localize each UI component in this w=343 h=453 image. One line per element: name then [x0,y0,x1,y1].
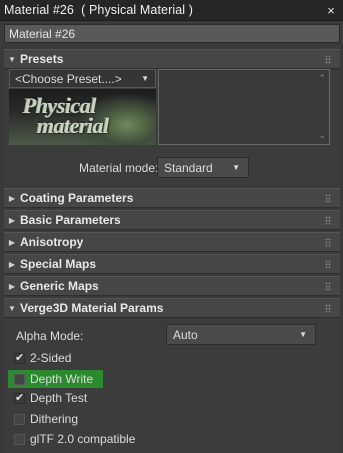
rollout-anisotropy[interactable]: ▶ Anisotropy [4,232,340,252]
scroll-up-icon[interactable]: ⌃ [318,73,326,84]
rollout-special-maps[interactable]: ▶ Special Maps [4,254,340,274]
checkbox-gltf-compatible[interactable]: glTF 2.0 compatible [14,430,135,448]
material-mode-dropdown[interactable]: Standard ▼ [157,157,249,178]
dropdown-arrow-icon: ▼ [232,163,240,172]
checkbox-label: 2-Sided [30,351,72,365]
grip-handle-icon[interactable] [325,194,331,203]
preset-preview-image: Physical material [9,89,156,145]
rollout-label: Presets [20,52,64,66]
rollout-label: Anisotropy [20,235,84,249]
alpha-mode-label: Alpha Mode: [16,329,84,343]
grip-handle-icon[interactable] [325,238,331,247]
rollout-coating-parameters[interactable]: ▶ Coating Parameters [4,188,340,208]
material-name-field[interactable]: Material #26 [4,24,340,43]
checkbox-box[interactable] [14,413,25,425]
checkbox-label: Depth Write [30,372,94,386]
checkbox-box[interactable] [14,373,25,385]
rollout-presets[interactable]: ▼ Presets [4,49,340,69]
expand-arrow-icon: ▶ [8,215,16,225]
window-titlebar: Material #26 ( Physical Material ) × [0,0,343,21]
close-icon[interactable]: × [324,3,338,18]
grip-handle-icon[interactable] [325,282,331,291]
rollout-verge3d-material-params[interactable]: ▼ Verge3D Material Params [4,298,340,318]
expand-arrow-icon: ▶ [8,237,16,247]
checkbox-label: glTF 2.0 compatible [30,432,136,446]
checkbox-depth-test[interactable]: Depth Test [14,389,87,407]
dropdown-arrow-icon: ▼ [141,74,149,83]
rollout-label: Basic Parameters [20,213,121,227]
grip-handle-icon[interactable] [325,216,331,225]
material-mode-value: Standard [164,161,213,175]
alpha-mode-value: Auto [173,328,198,342]
rollout-generic-maps[interactable]: ▶ Generic Maps [4,276,340,296]
rollout-label: Coating Parameters [20,191,134,205]
checkbox-2-sided[interactable]: 2-Sided [14,349,71,367]
expand-arrow-icon: ▶ [8,193,16,203]
alpha-mode-dropdown[interactable]: Auto ▼ [166,324,316,345]
grip-handle-icon[interactable] [325,260,331,269]
checkmark-icon[interactable] [14,391,25,404]
rollout-label: Verge3D Material Params [20,301,164,315]
checkbox-dithering[interactable]: Dithering [14,410,78,428]
expand-arrow-icon: ▶ [8,281,16,291]
checkbox-box[interactable] [14,433,25,445]
rollout-label: Generic Maps [20,279,99,293]
collapse-arrow-icon: ▼ [8,303,16,313]
preset-dropdown-value: <Choose Preset....> [15,72,122,86]
checkbox-label: Depth Test [30,391,88,405]
grip-handle-icon[interactable] [325,304,331,313]
material-mode-label: Material mode: [79,161,159,175]
checkmark-icon[interactable] [14,351,25,364]
rollout-basic-parameters[interactable]: ▶ Basic Parameters [4,210,340,230]
scroll-down-icon[interactable]: ⌄ [318,130,326,141]
rollout-label: Special Maps [20,257,97,271]
expand-arrow-icon: ▶ [8,259,16,269]
checkbox-depth-write[interactable]: Depth Write [14,370,93,388]
grip-handle-icon[interactable] [325,55,331,64]
checkbox-label: Dithering [30,412,79,426]
preset-dropdown[interactable]: <Choose Preset....> ▼ [9,69,156,88]
collapse-arrow-icon: ▼ [8,54,16,64]
preview-logo-line2: material [37,113,109,138]
preset-list[interactable]: ⌃ ⌄ [158,69,330,145]
window-title: Material #26 ( Physical Material ) [4,3,193,17]
dropdown-arrow-icon: ▼ [299,330,307,339]
